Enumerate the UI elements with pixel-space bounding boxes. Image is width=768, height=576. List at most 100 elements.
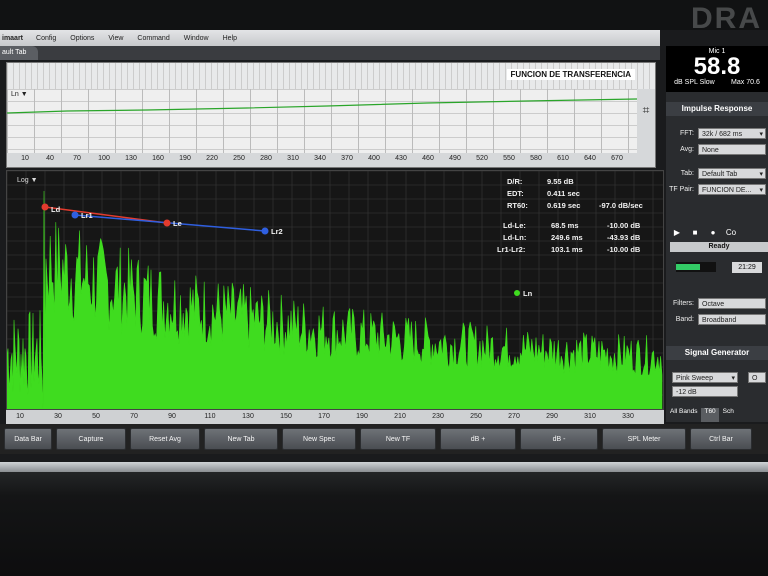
imp-tick: 50 — [92, 413, 100, 420]
signal-on-button[interactable]: O — [748, 372, 766, 383]
imp-tick: 70 — [130, 413, 138, 420]
tab-dropdown[interactable]: Default Tab — [698, 168, 766, 180]
fft-dropdown[interactable]: 32k / 682 ms — [698, 128, 766, 140]
stat-value: 0.619 sec — [547, 201, 581, 210]
reset-avg-button[interactable]: Reset Avg — [130, 428, 200, 450]
record-icon[interactable]: ● — [706, 228, 720, 240]
new-tab-button[interactable]: New Tab — [204, 428, 278, 450]
marker-lr2-label: Lr2 — [271, 227, 283, 236]
tf-tick: 250 — [233, 155, 245, 162]
play-icon[interactable]: ▶ — [670, 228, 684, 240]
signal-level-field[interactable]: -12 dB — [672, 386, 738, 397]
transport-controls: ▶ ■ ● Co — [670, 228, 768, 240]
band-field[interactable]: Broadband — [698, 314, 766, 325]
tf-tick: 580 — [530, 155, 542, 162]
tab-default[interactable]: ault Tab — [0, 46, 39, 60]
marker-le — [163, 219, 171, 227]
imp-tick: 290 — [546, 413, 558, 420]
delta-value: 103.1 ms — [551, 245, 583, 254]
stop-icon[interactable]: ■ — [688, 228, 702, 240]
tf-tick: 400 — [368, 155, 380, 162]
new-tf-button[interactable]: New TF — [360, 428, 436, 450]
tf-tick: 100 — [98, 155, 110, 162]
tf-tick: 370 — [341, 155, 353, 162]
delta-label: Ld-Le: — [503, 221, 526, 230]
status-ready: Ready — [670, 242, 768, 252]
monitor-bezel-top: DRA — [0, 0, 768, 35]
impulse-panel[interactable]: Log ▼ Ld Lr1 Le Lr2 Ln D/R: 9.55 dB EDT:… — [6, 170, 664, 410]
compare-button[interactable]: Co — [724, 228, 738, 240]
menu-window[interactable]: Window — [177, 35, 216, 42]
imp-tick: 330 — [622, 413, 634, 420]
time-readout: 21:29 — [732, 262, 762, 273]
menu-help[interactable]: Help — [216, 35, 244, 42]
menu-command[interactable]: Command — [130, 35, 176, 42]
imp-tick: 250 — [470, 413, 482, 420]
stat-value: 9.55 dB — [547, 177, 574, 186]
tf-tick: 220 — [206, 155, 218, 162]
tf-pair-label: TF Pair: — [669, 186, 694, 193]
meter-value: 58.8 — [693, 53, 741, 80]
delta-label: Ld-Ln: — [503, 233, 527, 242]
marker-lr1 — [71, 211, 79, 219]
filters-label: Filters: — [673, 300, 694, 307]
crop-icon[interactable]: ⌗ — [639, 103, 653, 117]
tf-tick: 640 — [584, 155, 596, 162]
control-bar: Mic 1 58.8 dB SPL Slow Max 70.6 Impulse … — [666, 46, 768, 422]
marker-ln-label: Ln — [523, 289, 533, 298]
tab-label: Tab: — [680, 170, 694, 177]
delta-extra: -10.00 dB — [607, 221, 641, 230]
delta-value: 68.5 ms — [551, 221, 579, 230]
tf-tick: 10 — [21, 155, 29, 162]
stat-label: RT60: — [507, 201, 528, 210]
db-minus-button[interactable]: dB - — [520, 428, 598, 450]
imp-tick: 130 — [242, 413, 254, 420]
spl-meter-button[interactable]: SPL Meter — [602, 428, 686, 450]
fft-label: FFT: — [680, 130, 694, 137]
impulse-response-header[interactable]: Impulse Response — [666, 102, 768, 116]
marker-ld-label: Ld — [51, 205, 61, 214]
sch-button[interactable]: Sch — [723, 408, 734, 422]
transfer-header: FUNCION DE TRANSFERENCIA — [7, 63, 655, 89]
impulse-x-axis: 10 30 50 70 90 110 130 150 170 190 210 2… — [6, 410, 664, 424]
meter-max: Max 70.6 — [731, 79, 760, 86]
menu-app-name[interactable]: imaart — [0, 35, 29, 42]
marker-ln — [514, 290, 520, 296]
signal-generator-header[interactable]: Signal Generator — [666, 346, 768, 360]
signal-type-dropdown[interactable]: Pink Sweep — [672, 372, 738, 384]
tf-tick: 490 — [449, 155, 461, 162]
all-bands-button[interactable]: All Bands — [670, 408, 697, 422]
avg-field[interactable]: None — [698, 144, 766, 155]
new-spec-button[interactable]: New Spec — [282, 428, 356, 450]
imp-tick: 270 — [508, 413, 520, 420]
band-label: Band: — [675, 316, 694, 323]
capture-button[interactable]: Capture — [56, 428, 126, 450]
transfer-curve-svg — [7, 98, 637, 114]
tf-tick: 40 — [46, 155, 54, 162]
filters-field[interactable]: Octave — [698, 298, 766, 309]
menu-bar: imaart Config Options View Command Windo… — [0, 30, 660, 46]
tf-tick: 280 — [260, 155, 272, 162]
transfer-graph[interactable]: Ln ▼ — [7, 89, 637, 153]
transfer-title: FUNCION DE TRANSFERENCIA — [506, 69, 635, 80]
stat-extra: -97.0 dB/sec — [599, 201, 643, 210]
imp-tick: 170 — [318, 413, 330, 420]
tf-tick: 340 — [314, 155, 326, 162]
marker-ld — [41, 203, 49, 211]
marker-lr1-label: Lr1 — [81, 211, 93, 220]
impulse-scale-dropdown[interactable]: Log ▼ — [17, 177, 38, 184]
imp-tick: 110 — [204, 413, 216, 420]
menu-config[interactable]: Config — [29, 35, 63, 42]
db-plus-button[interactable]: dB + — [440, 428, 516, 450]
menu-view[interactable]: View — [101, 35, 130, 42]
data-bar-button[interactable]: Data Bar — [4, 428, 52, 450]
marker-lr2 — [261, 227, 269, 235]
menu-options[interactable]: Options — [63, 35, 101, 42]
imp-tick: 90 — [168, 413, 176, 420]
transfer-trace — [7, 98, 637, 114]
t60-button[interactable]: T60 — [701, 408, 719, 422]
transfer-x-axis: 10 40 70 100 130 160 190 220 250 280 310… — [7, 153, 647, 167]
ctrl-bar-button[interactable]: Ctrl Bar — [690, 428, 752, 450]
tf-tick: 520 — [476, 155, 488, 162]
tf-pair-dropdown[interactable]: FUNCION DE... — [698, 184, 766, 196]
